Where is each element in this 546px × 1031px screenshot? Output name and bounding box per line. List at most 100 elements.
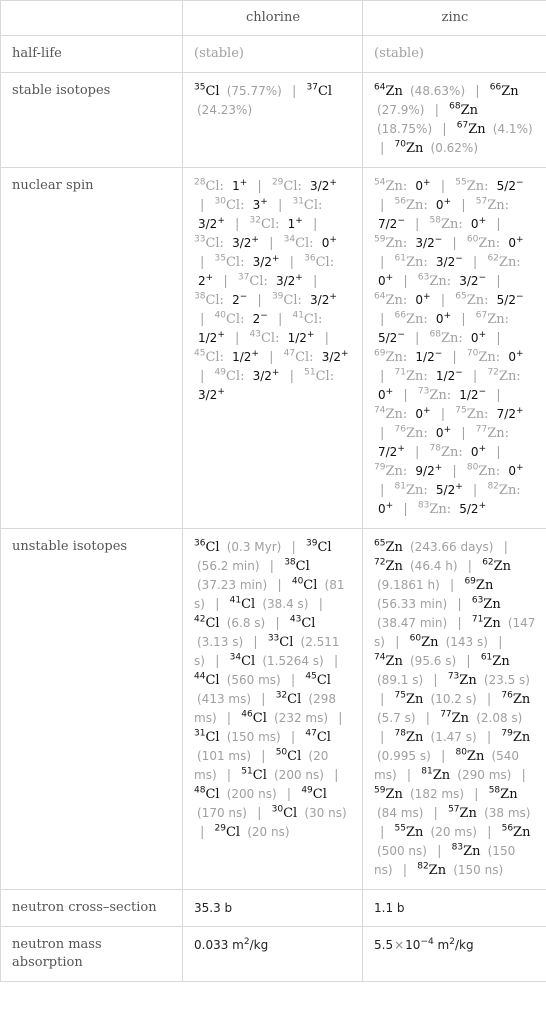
half-life: (101 ms)	[197, 749, 252, 763]
mass-number: 57	[448, 804, 460, 815]
row-label-neutron-mass-absorption: neutron mass absorption	[0, 926, 183, 982]
mass-number: 46	[241, 709, 253, 720]
row-neutron-mass-absorption: neutron mass absorption 0.033 m2/kg 5.5×…	[0, 926, 546, 982]
separator: |	[403, 274, 408, 289]
half-life: (46.4 h)	[410, 559, 458, 573]
isotope-entry: 29Cl (20 ns)	[215, 824, 290, 840]
separator: |	[503, 540, 509, 555]
parity: +	[385, 387, 394, 397]
separator: |	[472, 369, 478, 384]
mass-number: 63	[417, 272, 430, 283]
separator: |	[286, 787, 292, 802]
unit-rest: /kg	[249, 938, 269, 952]
separator: |	[380, 692, 385, 707]
mass-number: 37	[237, 272, 250, 283]
nuclide-label: 28Cl:	[194, 177, 224, 194]
isotope-entry: 48Cl (200 ns)	[194, 786, 277, 802]
parity: +	[443, 311, 452, 321]
spin-value: 2−	[252, 311, 268, 327]
mass-number: 77	[440, 709, 452, 720]
isotope-entry: 59Zn: 3/2−	[374, 235, 442, 251]
separator: |	[486, 730, 492, 745]
isotope-entry: 41Cl (38.4 s)	[230, 596, 309, 612]
nuclide-label: 32Cl:	[249, 215, 280, 232]
isotope-entry: 61Zn: 3/2−	[395, 254, 463, 270]
spin-value: 3/2−	[435, 254, 463, 270]
separator: |	[235, 331, 240, 346]
separator: |	[291, 84, 297, 99]
separator: |	[461, 312, 466, 327]
mass-number: 31	[194, 728, 206, 739]
mass-number: 64	[374, 82, 386, 93]
mass-number: 60	[409, 633, 422, 644]
half-life: (200 ns)	[226, 787, 277, 801]
nuclide-label: 76Zn:	[394, 424, 428, 441]
mass-number: 35	[194, 82, 206, 93]
separator: |	[215, 597, 220, 612]
nuclide-label: 31Cl	[194, 728, 220, 745]
nuclide-label: 66Zn	[489, 82, 519, 99]
isotope-entry: 65Zn (243.66 days)	[374, 539, 494, 555]
mass-number: 77	[475, 424, 488, 435]
isotope-entry: 56Zn: 0+	[395, 197, 452, 213]
separator: |	[338, 711, 343, 726]
abundance: (75.77%)	[226, 84, 282, 98]
separator: |	[467, 559, 473, 574]
parity: +	[306, 330, 315, 340]
comparison-table: chlorine zinc half-life (stable) (stable…	[0, 0, 546, 982]
mass-number: 47	[283, 348, 296, 359]
mass-number: 32	[275, 690, 288, 701]
mass-number: 56	[501, 823, 514, 834]
spin-value: 3/2+	[321, 349, 349, 365]
separator: |	[200, 825, 205, 840]
isotope-entry: 37Cl: 3/2+	[237, 272, 303, 289]
nuclide-label: 37Cl:	[237, 272, 268, 289]
nuclide-label: 73Zn	[447, 671, 477, 688]
nuclide-label: 65Zn:	[455, 291, 489, 308]
separator: |	[380, 426, 385, 441]
mass-number: 79	[374, 462, 386, 473]
corner-cell	[0, 0, 183, 36]
unstable-isotopes-zinc: 65Zn (243.66 days) | 72Zn (46.4 h) | 62Z…	[362, 528, 546, 890]
separator: |	[496, 331, 501, 346]
nuclide-label: 63Zn:	[417, 272, 452, 289]
nuclide-label: 50Cl	[275, 747, 302, 764]
isotope-entry: 72Zn (46.4 h)	[374, 557, 458, 574]
separator: |	[415, 445, 420, 460]
row-half-life: half-life (stable) (stable)	[0, 35, 546, 73]
spin-value: 0+	[415, 292, 431, 308]
mass-number: 82	[487, 481, 499, 492]
exponent: −4	[420, 937, 434, 947]
spin-value: 5/2−	[496, 292, 524, 308]
abundance: (0.62%)	[430, 141, 479, 155]
abundance: (4.1%)	[492, 122, 533, 136]
parity: +	[251, 235, 259, 245]
separator: |	[289, 255, 294, 270]
separator: |	[433, 673, 438, 688]
parity: −	[397, 330, 405, 340]
parity: −	[478, 387, 487, 397]
parity: +	[295, 273, 303, 283]
separator: |	[200, 369, 205, 384]
mass-number: 72	[374, 557, 386, 568]
nuclide-label: 74Zn	[374, 652, 403, 669]
mass-number: 31	[292, 196, 304, 207]
separator: |	[498, 635, 503, 650]
mass-number: 41	[292, 310, 304, 321]
separator: |	[496, 217, 501, 232]
abundance: (27.9%)	[377, 103, 425, 117]
nuclide-label: 76Zn	[501, 690, 531, 707]
separator: |	[269, 350, 274, 365]
mass-number: 43	[289, 614, 302, 625]
isotope-entry: 74Zn (95.6 s)	[374, 652, 456, 669]
base: 10	[405, 938, 421, 952]
half-life: (56.2 min)	[197, 559, 260, 573]
separator: |	[318, 597, 323, 612]
isotope-entry: 76Zn: 0+	[394, 424, 452, 441]
half-life: (150 ns)	[453, 863, 504, 877]
mass-number: 29	[271, 177, 284, 188]
nuclide-label: 63Zn	[471, 595, 501, 612]
separator: |	[215, 654, 220, 669]
parity: +	[295, 216, 303, 226]
mass-number: 74	[374, 652, 386, 663]
